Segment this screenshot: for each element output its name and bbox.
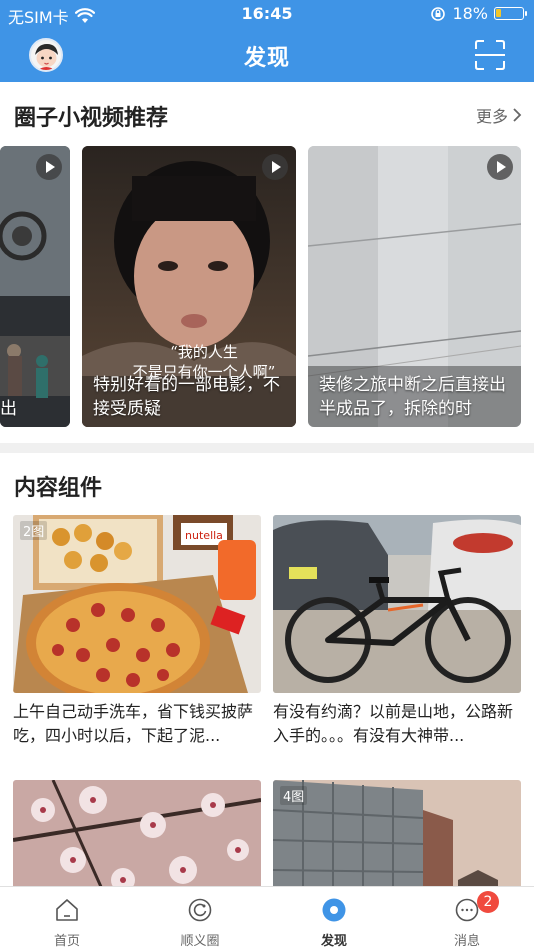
svg-text:nutella: nutella — [185, 529, 223, 542]
tab-circle[interactable]: 顺义圈 — [150, 887, 250, 950]
play-icon — [36, 154, 62, 180]
video-section-title: 圈子小视频推荐 — [14, 106, 169, 131]
battery-fill — [496, 9, 501, 17]
more-label: 更多 — [475, 107, 508, 126]
tab-label: 首页 — [53, 934, 80, 949]
content-section-title: 内容组件 — [14, 476, 103, 501]
play-icon — [487, 154, 513, 180]
battery-text: 18% — [452, 4, 488, 23]
post-text[interactable]: 有没有约滴？以前是山地，公路新入手的。。。有没有大神带... — [273, 700, 513, 748]
page-title: 发现 — [243, 46, 290, 71]
image-count-badge: 4图 — [280, 786, 308, 805]
tab-label: 发现 — [320, 934, 347, 949]
tab-label: 消息 — [453, 934, 480, 949]
battery-icon — [494, 7, 527, 20]
rotation-lock-icon — [431, 6, 446, 21]
video-caption: 特别好看的一部电影，不接受质疑 — [93, 375, 280, 419]
message-icon — [455, 898, 479, 922]
scan-icon[interactable] — [474, 39, 506, 71]
message-count-badge: 2 — [477, 891, 499, 913]
bicycle-photo — [273, 515, 521, 693]
status-bar: 无SIM卡 16:45 18% — [0, 0, 534, 28]
more-link[interactable]: 更多 — [476, 103, 522, 127]
home-icon — [56, 899, 78, 921]
tab-discover[interactable]: 发现 — [284, 887, 384, 950]
circle-icon — [188, 898, 212, 922]
video-caption: 出 — [0, 399, 17, 419]
video-caption: 装修之旅中断之后直接出半成品了，拆除的时 — [319, 375, 506, 419]
nav-bar: 发现 — [0, 28, 534, 82]
tab-label: 顺义圈 — [180, 934, 220, 949]
video-card[interactable]: 出 — [0, 146, 70, 427]
video-subtitle-line: “我的人生 — [170, 343, 238, 361]
video-thumbnail — [0, 146, 70, 427]
discover-icon — [322, 898, 346, 922]
tab-home[interactable]: 首页 — [17, 887, 117, 950]
discover-page: 无SIM卡 16:45 18% 发现 圈子小视频推荐 更多 出 “我的人生 不是… — [0, 0, 534, 950]
chevron-right-icon — [513, 108, 522, 122]
post-image[interactable]: nutella 2图 — [13, 515, 261, 693]
video-card[interactable]: “我的人生 不是只有你一个人啊” 特别好看的一部电影，不接受质疑 — [82, 146, 296, 427]
play-icon — [262, 154, 288, 180]
section-divider — [0, 443, 534, 453]
pizza-photo: nutella — [13, 515, 261, 693]
tab-messages[interactable]: 2 消息 — [417, 887, 517, 950]
post-image[interactable] — [273, 515, 521, 693]
image-count-badge: 2图 — [20, 521, 48, 540]
video-card[interactable]: 装修之旅中断之后直接出半成品了，拆除的时 — [308, 146, 521, 427]
post-text[interactable]: 上午自己动手洗车，省下钱买披萨吃，四小时以后，下起了泥... — [13, 700, 253, 748]
app-header: 无SIM卡 16:45 18% 发现 — [0, 0, 534, 82]
status-right: 18% — [430, 4, 527, 23]
tab-bar: 首页 顺义圈 发现 2 消息 — [0, 886, 534, 950]
